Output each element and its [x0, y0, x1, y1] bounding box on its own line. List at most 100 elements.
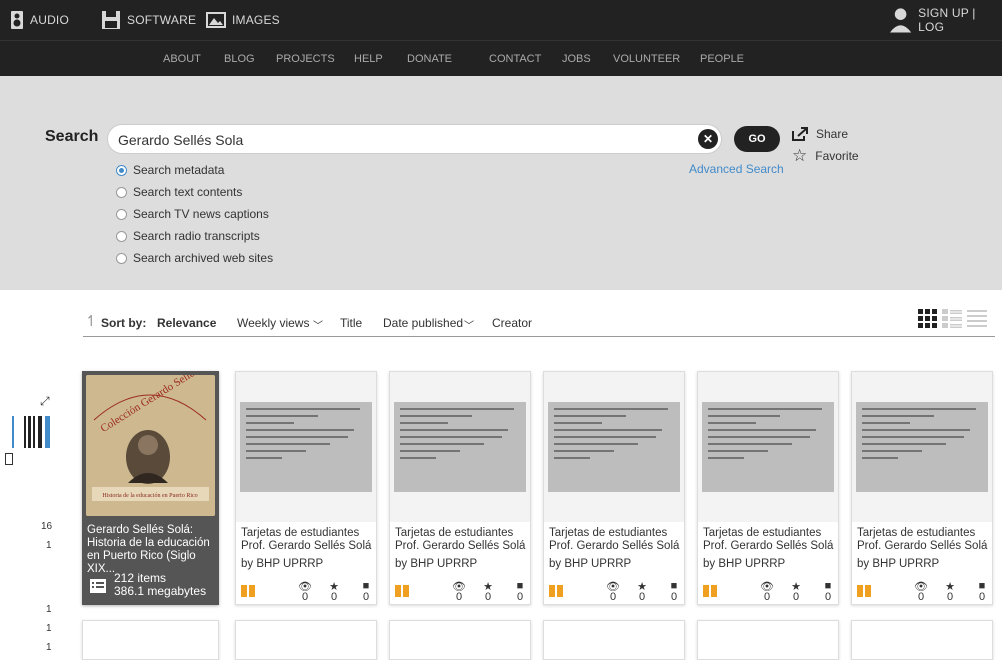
close-icon: ✕	[702, 132, 714, 146]
facet-count: 1	[46, 642, 52, 653]
view-count: 0	[917, 591, 925, 603]
radio-label: Search TV news captions	[133, 207, 269, 221]
sort-weekly-views[interactable]: Weekly views	[237, 316, 309, 330]
search-input[interactable]: Gerardo Sellés Sola	[107, 124, 722, 154]
result-tile[interactable]	[851, 620, 993, 660]
item-thumbnail	[544, 372, 684, 522]
nav-audio[interactable]: AUDIO	[10, 0, 69, 40]
collection-title[interactable]: Gerardo Sellés Solá: Historia de la educ…	[87, 524, 217, 576]
go-button[interactable]: GO	[734, 126, 780, 152]
share-label: Share	[816, 127, 849, 141]
item-stats: 👁 0 ★ 0 ■ 0	[390, 580, 530, 604]
star-outline-icon: ☆	[792, 146, 808, 165]
subnav-donate[interactable]: DONATE	[407, 41, 452, 77]
subnav-about[interactable]: ABOUT	[163, 41, 201, 77]
document-scan-image	[856, 402, 988, 492]
item-title[interactable]: Tarjetas de estudiantes Prof. Gerardo Se…	[549, 527, 683, 553]
subnav-people[interactable]: PEOPLE	[700, 41, 744, 77]
radio-search-web[interactable]: Search archived web sites	[116, 251, 273, 265]
result-tile[interactable]	[389, 620, 531, 660]
radio-search-radio[interactable]: Search radio transcripts	[116, 229, 260, 243]
item-creator[interactable]: by BHP UPRRP	[549, 558, 631, 570]
texts-book-icon	[857, 585, 871, 597]
expand-icon[interactable]: ⤢	[40, 394, 50, 409]
result-tile[interactable]	[82, 620, 219, 660]
date-histogram[interactable]	[10, 412, 52, 450]
result-tile[interactable]	[235, 620, 377, 660]
radio-search-metadata[interactable]: Search metadata	[116, 163, 224, 177]
collection-tile[interactable]: Colección Gerardo Sellés Solá Historia d…	[82, 371, 219, 605]
top-navigation-bar: AUDIO SOFTWARE IMAGES SIGN UP | LOG	[0, 0, 1002, 40]
item-thumbnail	[236, 372, 376, 522]
chevron-down-icon: ﹀	[313, 321, 323, 332]
document-scan-image	[394, 402, 526, 492]
favorite-count: 0	[792, 591, 800, 603]
item-card[interactable]: Tarjetas de estudiantes Prof. Gerardo Se…	[389, 371, 531, 605]
subnav-help[interactable]: HELP	[354, 41, 383, 77]
item-card[interactable]: Tarjetas de estudiantes Prof. Gerardo Se…	[543, 371, 685, 605]
favorite-button[interactable]: ☆ Favorite	[792, 146, 859, 165]
subnav-jobs[interactable]: JOBS	[562, 41, 591, 77]
item-card[interactable]: Tarjetas de estudiantes Prof. Gerardo Se…	[235, 371, 377, 605]
result-tile[interactable]	[697, 620, 839, 660]
item-title[interactable]: Tarjetas de estudiantes Prof. Gerardo Se…	[703, 527, 837, 553]
account-menu[interactable]: SIGN UP | LOG	[889, 0, 1002, 40]
item-stats: 👁 0 ★ 0 ■ 0	[698, 580, 838, 604]
item-stats: 👁 0 ★ 0 ■ 0	[852, 580, 992, 604]
sort-relevance[interactable]: Relevance	[157, 316, 216, 330]
tile-view-icon[interactable]	[918, 309, 938, 329]
sort-creator[interactable]: Creator	[492, 316, 532, 330]
image-icon	[206, 12, 226, 28]
nav-software-label: SOFTWARE	[127, 13, 197, 27]
clear-search-button[interactable]: ✕	[698, 129, 718, 149]
review-count: 0	[824, 591, 832, 603]
sort-arrow-icon: ↿	[85, 313, 98, 330]
list-detail-view-icon[interactable]	[942, 309, 962, 329]
item-creator[interactable]: by BHP UPRRP	[703, 558, 785, 570]
item-title[interactable]: Tarjetas de estudiantes Prof. Gerardo Se…	[395, 527, 529, 553]
item-title[interactable]: Tarjetas de estudiantes Prof. Gerardo Se…	[857, 527, 991, 553]
share-button[interactable]: Share	[792, 127, 848, 141]
list-compact-view-icon[interactable]	[967, 309, 987, 329]
document-scan-image	[240, 402, 372, 492]
review-count: 0	[978, 591, 986, 603]
result-tile[interactable]	[543, 620, 685, 660]
review-count: 0	[362, 591, 370, 603]
sort-title[interactable]: Title	[340, 316, 362, 330]
texts-book-icon	[241, 585, 255, 597]
facet-count: 1	[46, 540, 52, 551]
texts-book-icon	[703, 585, 717, 597]
item-card[interactable]: Tarjetas de estudiantes Prof. Gerardo Se…	[697, 371, 839, 605]
radio-dot	[116, 230, 127, 242]
sort-date-published[interactable]: Date published	[383, 316, 463, 330]
item-title[interactable]: Tarjetas de estudiantes Prof. Gerardo Se…	[241, 527, 375, 553]
histogram-handle[interactable]	[5, 453, 13, 465]
advanced-search-link[interactable]: Advanced Search	[689, 162, 784, 176]
document-scan-image	[702, 402, 834, 492]
subnav-projects[interactable]: PROJECTS	[276, 41, 335, 77]
texts-book-icon	[549, 585, 563, 597]
nav-images[interactable]: IMAGES	[206, 0, 280, 40]
item-creator[interactable]: by BHP UPRRP	[241, 558, 323, 570]
view-count: 0	[763, 591, 771, 603]
radio-dot	[116, 186, 127, 198]
radio-label: Search metadata	[133, 163, 225, 177]
sign-up-login-link[interactable]: SIGN UP | LOG	[918, 6, 1002, 34]
view-count: 0	[301, 591, 309, 603]
subnav-blog[interactable]: BLOG	[224, 41, 255, 77]
item-creator[interactable]: by BHP UPRRP	[395, 558, 477, 570]
collection-size: 386.1 megabytes	[114, 584, 207, 598]
subnav-contact[interactable]: CONTACT	[489, 41, 541, 77]
search-label: Search	[45, 128, 99, 145]
chevron-down-icon: ﹀	[464, 321, 474, 332]
radio-search-tv[interactable]: Search TV news captions	[116, 207, 269, 221]
nav-software[interactable]: SOFTWARE	[101, 0, 196, 40]
radio-search-text[interactable]: Search text contents	[116, 185, 242, 199]
item-creator[interactable]: by BHP UPRRP	[857, 558, 939, 570]
item-card[interactable]: Tarjetas de estudiantes Prof. Gerardo Se…	[851, 371, 993, 605]
item-thumbnail	[698, 372, 838, 522]
collection-cover-image: Colección Gerardo Sellés Solá Historia d…	[86, 375, 215, 516]
sort-by-label: Sort by:	[101, 316, 147, 330]
subnav-volunteer[interactable]: VOLUNTEER	[613, 41, 680, 77]
cover-subtitle-text: Historia de la educación en Puerto Rico	[102, 493, 197, 499]
